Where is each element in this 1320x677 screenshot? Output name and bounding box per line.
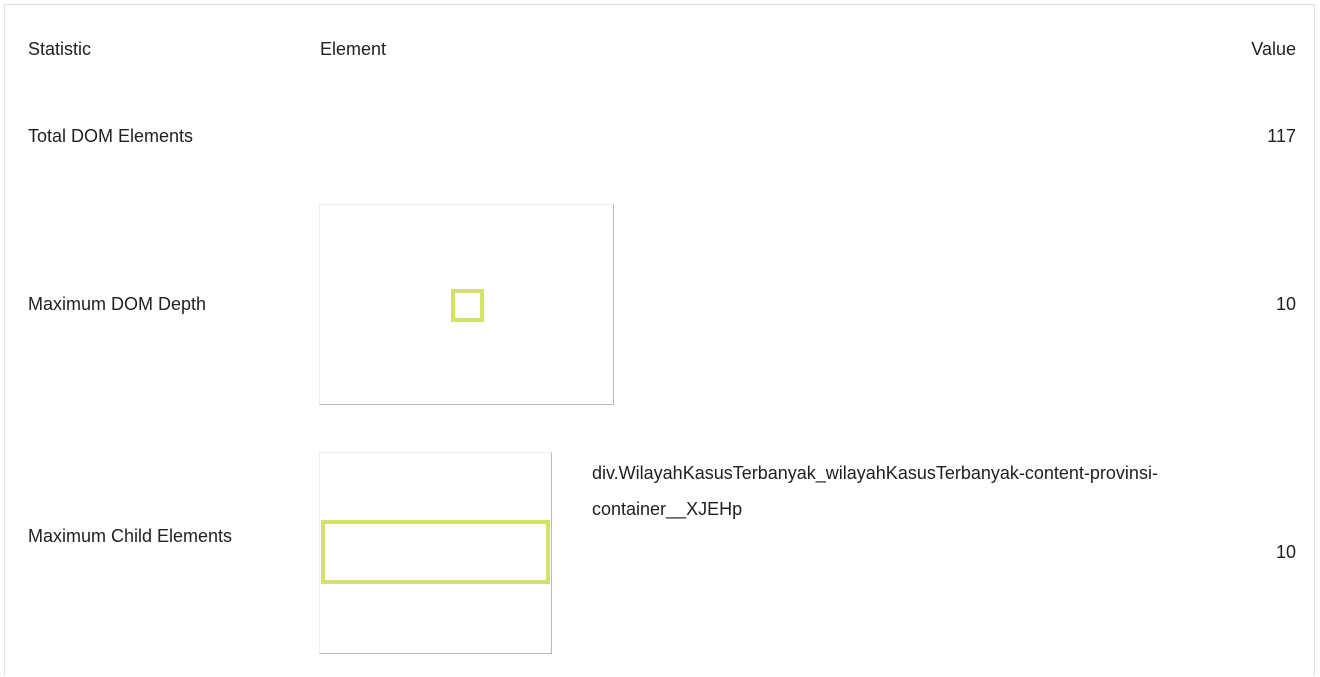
row-total-dom-elements-statistic: Total DOM Elements [28,126,194,146]
row-max-dom-depth-statistic: Maximum DOM Depth [28,294,207,314]
header-statistic: Statistic [28,39,92,59]
row-max-child-elements-statistic: Maximum Child Elements [28,526,233,546]
element-highlight-box [451,289,484,322]
element-highlight-box [321,520,550,584]
row-max-dom-depth-value: 10 [1275,294,1296,314]
element-screenshot-thumbnail[interactable] [319,452,552,654]
row-total-dom-elements-value: 117 [1267,126,1296,146]
row-max-child-elements-value: 10 [1275,542,1296,562]
header-value: Value [1251,39,1296,59]
header-element: Element [320,39,387,59]
element-node-label: div.WilayahKasusTerbanyak_wilayahKasusTe… [592,463,1158,519]
element-screenshot-thumbnail[interactable] [319,204,614,405]
dom-stats-table [4,4,1315,676]
